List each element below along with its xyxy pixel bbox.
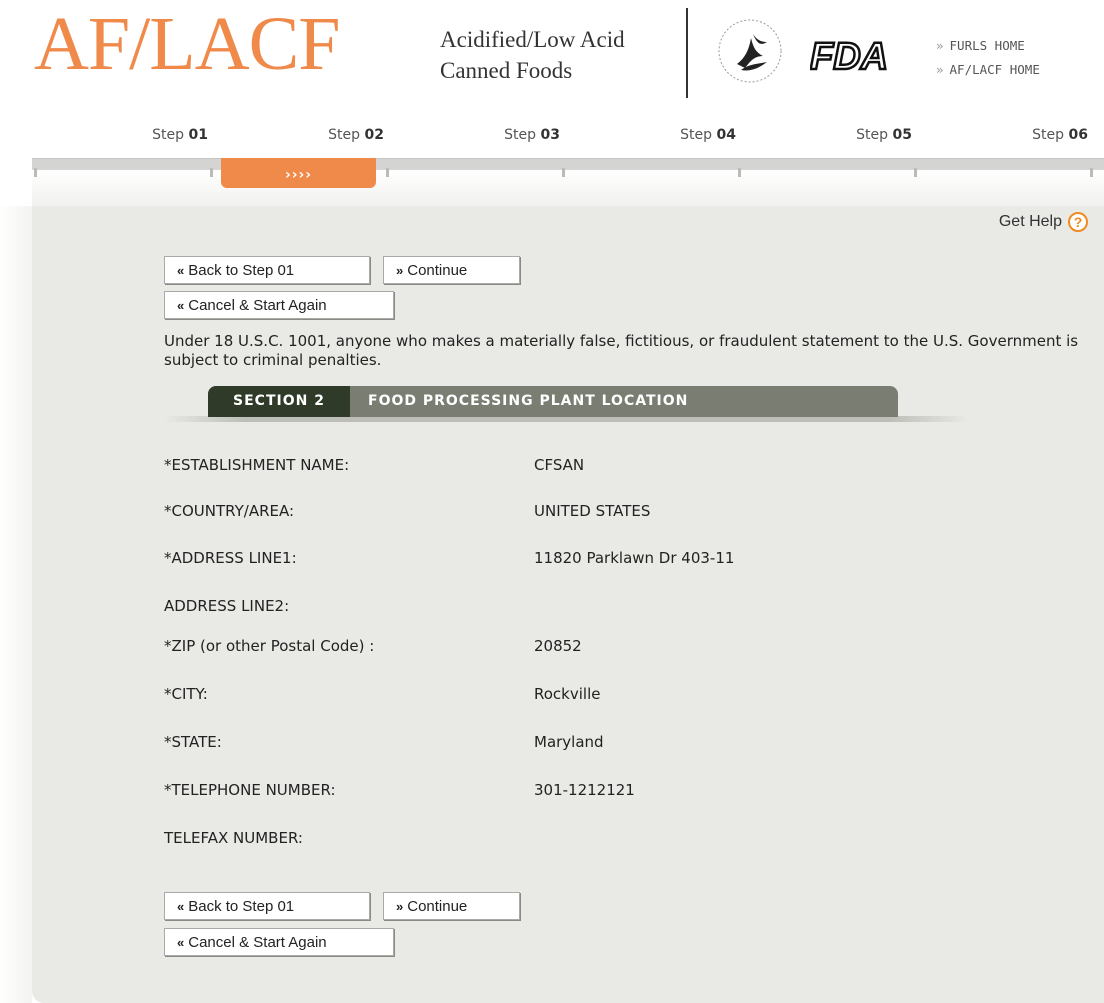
- step-04-label: Step 04: [680, 127, 736, 143]
- country-area-label: *COUNTRY/AREA:: [164, 502, 295, 520]
- left-edge-shadow: [0, 206, 32, 1003]
- progress-tick: [914, 168, 917, 177]
- step-02-label: Step 02: [328, 127, 384, 143]
- zip-value: 20852: [534, 637, 582, 655]
- step-01-label: Step 01: [152, 127, 208, 143]
- double-chevron-left-icon: «: [177, 899, 185, 914]
- address-line2-label: ADDRESS LINE2:: [164, 597, 290, 615]
- progress-tick: [562, 168, 565, 177]
- link-arrow: »: [936, 62, 944, 77]
- zip-label: *ZIP (or other Postal Code) :: [164, 637, 375, 655]
- back-to-step-01-button[interactable]: «Back to Step 01: [164, 256, 370, 284]
- state-label: *STATE:: [164, 733, 222, 751]
- cancel-start-again-button-bottom[interactable]: «Cancel & Start Again: [164, 928, 394, 956]
- hhs-seal-icon: [718, 19, 782, 83]
- continue-button-bottom[interactable]: » Continue: [383, 892, 520, 920]
- cancel-start-again-button[interactable]: «Cancel & Start Again: [164, 291, 394, 319]
- double-chevron-left-icon: «: [177, 935, 185, 950]
- section-banner: SECTION 2 FOOD PROCESSING PLANT LOCATION: [208, 386, 898, 417]
- page-header: AF/LACF Acidified/Low Acid Canned Foods …: [0, 0, 1104, 110]
- progress-bar-underlay: [32, 170, 1104, 206]
- city-label: *CITY:: [164, 685, 208, 703]
- step-05-label: Step 05: [856, 127, 912, 143]
- address-line1-value: 11820 Parklawn Dr 403-11: [534, 549, 735, 567]
- progress-tick: [210, 168, 213, 177]
- get-help-label: Get Help: [998, 213, 1062, 230]
- telefax-number-label: TELEFAX NUMBER:: [164, 829, 303, 847]
- progress-tick: [738, 168, 741, 177]
- main-panel: Get Help ? «Back to Step 01 » Continue «C…: [32, 206, 1104, 1003]
- legal-warning: Under 18 U.S.C. 1001, anyone who makes a…: [164, 332, 1079, 369]
- establishment-name-value: CFSAN: [534, 456, 585, 474]
- subtitle-line-1: Acidified/Low Acid: [440, 27, 625, 52]
- progress-tick: [1090, 168, 1093, 177]
- back-to-step-01-button-bottom[interactable]: «Back to Step 01: [164, 892, 370, 920]
- af-lacf-home-link[interactable]: » AF/LACF HOME: [936, 58, 1040, 82]
- section-number: SECTION 2: [208, 386, 350, 417]
- fda-logo-icon: FDA: [810, 37, 889, 75]
- state-value: Maryland: [534, 733, 604, 751]
- telephone-number-value: 301-1212121: [534, 781, 635, 799]
- furls-home-label: FURLS HOME: [949, 38, 1025, 53]
- subtitle-line-2: Canned Foods: [440, 58, 573, 83]
- get-help-link[interactable]: Get Help ?: [999, 212, 1088, 232]
- top-links: » FURLS HOME » AF/LACF HOME: [936, 34, 1040, 82]
- af-lacf-logo[interactable]: AF/LACF: [34, 6, 341, 82]
- section-title: FOOD PROCESSING PLANT LOCATION: [368, 393, 689, 409]
- furls-home-link[interactable]: » FURLS HOME: [936, 34, 1040, 58]
- double-chevron-left-icon: «: [177, 298, 185, 313]
- progress-tick: [34, 168, 37, 177]
- double-chevron-left-icon: «: [177, 263, 185, 278]
- telephone-number-label: *TELEPHONE NUMBER:: [164, 781, 336, 799]
- current-step-marker: ››››: [221, 158, 376, 188]
- double-chevron-right-icon: »: [396, 899, 404, 914]
- af-lacf-home-label: AF/LACF HOME: [949, 62, 1040, 77]
- establishment-name-label: *ESTABLISHMENT NAME:: [164, 456, 350, 474]
- fda-logo-text: FDA: [810, 37, 888, 75]
- link-arrow: »: [936, 38, 944, 53]
- continue-button[interactable]: » Continue: [383, 256, 520, 284]
- step-03-label: Step 03: [504, 127, 560, 143]
- address-line1-label: *ADDRESS LINE1:: [164, 549, 297, 567]
- help-question-icon: ?: [1068, 212, 1088, 232]
- step-06-label: Step 06: [1032, 127, 1088, 143]
- progress-tick: [386, 168, 389, 177]
- country-area-value: UNITED STATES: [534, 502, 651, 520]
- header-divider: [686, 8, 688, 98]
- city-value: Rockville: [534, 685, 601, 703]
- site-subtitle: Acidified/Low Acid Canned Foods: [440, 24, 625, 86]
- double-chevron-right-icon: »: [396, 263, 404, 278]
